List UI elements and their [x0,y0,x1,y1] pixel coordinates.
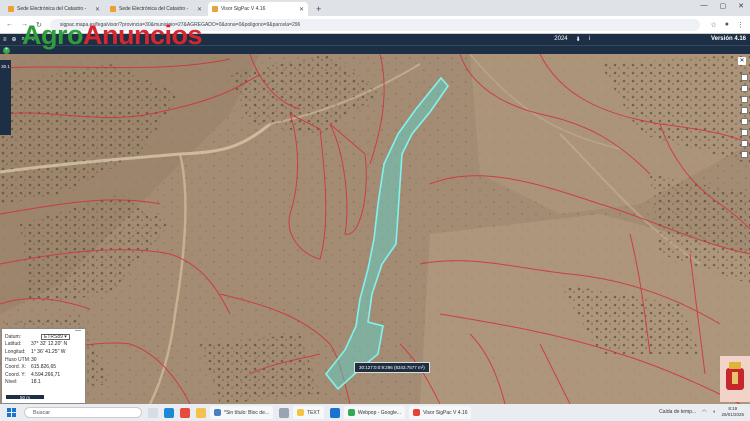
datum-select[interactable]: ETRS89 ▾ [41,333,70,340]
locate-icon[interactable]: ⊕ [12,36,17,43]
weather-text[interactable]: Caída de temp... [659,409,696,415]
coord-key: Coord. Y: [5,371,26,378]
coord-key: Latitud: [5,341,22,348]
checkbox-icon[interactable] [741,129,748,136]
browser-actions: ☆ ● ⋮ [710,21,744,29]
os-taskbar: Buscar *Sin título: Bloc de... TEXT Webp… [0,404,750,421]
sigpac-favicon-icon [212,6,218,12]
add-layer-icon[interactable]: + [3,47,10,54]
watermark-part-agro: Agro [22,20,84,50]
menu-icon[interactable]: ≡ [3,37,7,43]
tab-label: Visor SigPac V 4.16 [221,6,266,12]
checkbox-icon[interactable] [741,107,748,114]
coord-value: 37° 32' 12.20" N [31,341,68,348]
chrome-window-icon [347,409,355,416]
taskbar-task[interactable]: Webpop - Google... [343,406,406,419]
toolbar-right: 2024 ⬇ i [554,36,590,43]
menu-icon[interactable]: ⋮ [737,21,744,29]
clock[interactable]: 8:19 26/01/2025 [721,406,744,418]
coord-value: 4.594.266,71 [31,371,61,378]
info-icon[interactable]: i [589,36,590,43]
coord-value: 30 [31,356,37,363]
close-window-button[interactable]: ✕ [738,2,744,10]
volume-icon[interactable]: ◖ [712,409,715,415]
browser-tab[interactable]: Sede Electrónica del Catastro - ✕ [4,2,104,16]
close-icon[interactable]: ✕ [95,6,100,13]
checkbox-icon[interactable] [741,74,748,81]
back-icon[interactable]: ← [6,21,13,28]
browser-tab-active[interactable]: Visor SigPac V 4.16 ✕ [208,2,308,16]
coord-value: 18.1 [31,379,41,386]
catastro-favicon-icon [8,6,14,12]
tab-label: Sede Electrónica del Catastro - [119,6,189,12]
coord-value: 1° 36' 41.25" W [31,348,66,355]
checkbox-icon[interactable] [741,140,748,147]
download-icon[interactable]: ⬇ [576,36,581,43]
browser-tab-strip: Sede Electrónica del Catastro - ✕ Sede E… [0,0,750,16]
catastro-favicon-icon [110,6,116,12]
edge-icon[interactable] [164,407,174,418]
window-controls: — ▢ ✕ [701,2,745,10]
browser-tab[interactable]: Sede Electrónica del Catastro - ✕ [106,2,206,16]
star-icon[interactable]: ☆ [710,21,716,29]
year-selector[interactable]: 2024 [554,36,567,43]
expand-icon[interactable]: ✕ [738,57,746,65]
word-icon[interactable] [279,407,290,418]
satellite-map [0,54,750,404]
coord-value: 615.826,65 [31,364,57,371]
folder-icon[interactable] [196,407,206,418]
left-panel-label: 30.1 [1,64,10,69]
map-side-tools [741,74,748,158]
left-layer-panel[interactable]: 30.1 [0,60,11,135]
coat-of-arms-icon [720,356,750,402]
checkbox-icon[interactable] [741,118,748,125]
coord-key: Nivel: [5,379,18,386]
text-file-icon [297,409,305,416]
close-icon[interactable]: ✕ [299,6,304,13]
taskbar-search-input[interactable]: Buscar [24,407,142,418]
maximize-button[interactable]: ▢ [720,2,727,10]
agroanuncios-watermark: AgroAnuncios [22,20,203,50]
map-view[interactable]: 30.1 ✕ 30:127:0:0:9:296 (8343.7577 m²) [0,54,750,404]
checkbox-icon[interactable] [741,151,748,158]
coord-key: Longitud: [5,348,26,355]
wifi-icon[interactable]: ◠ [702,409,706,415]
task-view-icon[interactable] [148,407,158,418]
taskbar-task-active[interactable]: Visor SigPac V 4.16 [409,406,472,419]
new-tab-button[interactable]: + [310,2,327,16]
minimize-icon[interactable]: — [75,328,81,334]
minimize-button[interactable]: — [701,2,708,10]
watermark-part-anuncios: Anuncios [83,20,203,50]
checkbox-icon[interactable] [741,96,748,103]
chrome-icon[interactable] [180,407,190,418]
taskbar-task[interactable]: TEXT [293,406,324,419]
profile-icon[interactable]: ● [725,21,729,29]
app-version: Versión 4.16 [710,36,746,42]
tab-label: Sede Electrónica del Catastro - [17,6,87,12]
parcel-tooltip: 30:127:0:0:9:296 (8343.7577 m²) [354,362,430,373]
coordinate-panel: — Datum: ETRS89 ▾ Latitud: 37° 32' 12.20"… [1,328,86,404]
system-tray: Caída de temp... ◠ ◖ 8:19 26/01/2025 [659,406,744,418]
coord-key: Coord. X: [5,364,27,371]
coord-key: Huso UTM: [5,356,31,363]
scale-bar: 50 m [5,394,45,400]
taskbar-task[interactable]: *Sin título: Bloc de... [210,406,274,419]
notepad-icon [214,409,221,416]
checkbox-icon[interactable] [741,85,748,92]
outlook-icon[interactable] [329,407,340,418]
close-icon[interactable]: ✕ [197,6,202,13]
windows-start-icon[interactable] [7,408,16,417]
chrome-window-icon [413,409,421,416]
datum-label: Datum: [5,333,22,340]
